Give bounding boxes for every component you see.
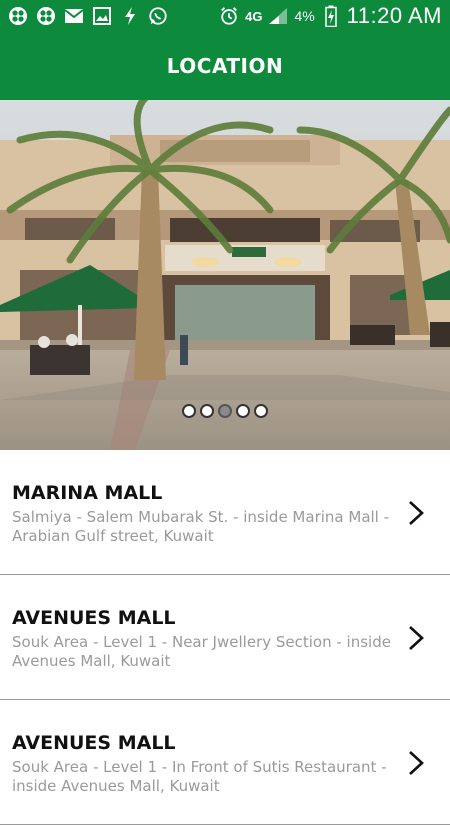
image-icon (92, 6, 112, 26)
status-bar: 4G 4% 11:20 AM (0, 0, 450, 32)
chevron-right-icon (409, 751, 424, 775)
location-item-avenues-mall-2[interactable]: AVENUES MALL Souk Area - Level 1 - In Fr… (0, 700, 450, 825)
clock: 11:20 AM (346, 3, 442, 28)
signal-icon (268, 6, 288, 26)
location-address: Salmiya - Salem Mubarak St. - inside Mar… (12, 508, 390, 545)
battery-percent: 4% (294, 8, 315, 24)
mail-icon (64, 6, 84, 26)
location-item-marina-mall[interactable]: MARINA MALL Salmiya - Salem Mubarak St. … (0, 450, 450, 575)
carousel-dot[interactable] (254, 404, 268, 418)
flash-icon (120, 6, 140, 26)
whatsapp-icon (148, 6, 168, 26)
carousel-dot[interactable] (236, 404, 250, 418)
carousel-dot[interactable] (182, 404, 196, 418)
location-item-avenues-mall[interactable]: AVENUES MALL Souk Area - Level 1 - Near … (0, 575, 450, 700)
carousel-dot-active[interactable] (218, 404, 232, 418)
location-photo (0, 100, 450, 450)
location-name: MARINA MALL (12, 482, 163, 504)
alarm-icon (219, 6, 239, 26)
page-title: LOCATION (166, 54, 284, 78)
chevron-right-icon (409, 626, 424, 650)
carousel-dot[interactable] (200, 404, 214, 418)
battery-charging-icon (321, 5, 341, 27)
chevron-right-icon (409, 501, 424, 525)
clover-icon (36, 6, 56, 26)
location-address: Souk Area - Level 1 - In Front of Sutis … (12, 758, 387, 795)
location-list: MARINA MALL Salmiya - Salem Mubarak St. … (0, 450, 450, 825)
clover-icon (8, 6, 28, 26)
location-address: Souk Area - Level 1 - Near Jwellery Sect… (12, 633, 391, 670)
carousel-page-indicator (0, 404, 450, 418)
location-name: AVENUES MALL (12, 607, 176, 629)
app-bar: LOCATION (0, 32, 450, 100)
location-name: AVENUES MALL (12, 732, 176, 754)
location-photo-carousel[interactable] (0, 100, 450, 450)
network-type: 4G (245, 8, 263, 24)
